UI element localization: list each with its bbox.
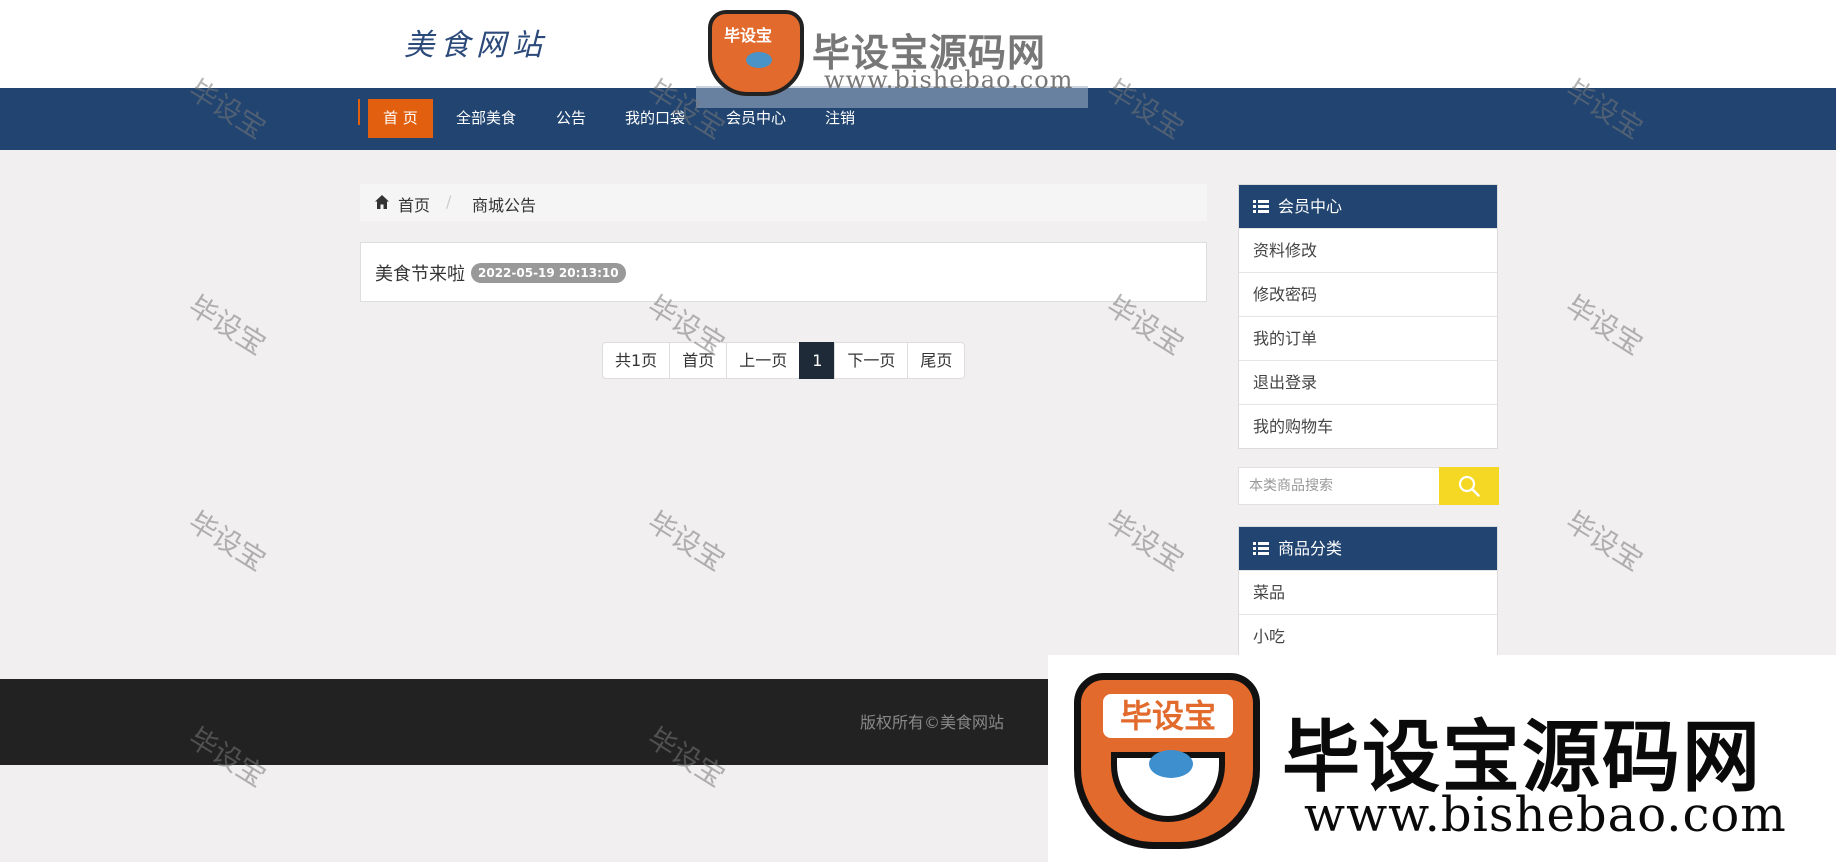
member-item-cart[interactable]: 我的购物车: [1239, 404, 1497, 448]
watermark-tile: 毕设宝: [1559, 505, 1649, 578]
category-header: 商品分类: [1239, 527, 1497, 570]
nav-item-all-food[interactable]: 全部美食: [456, 99, 516, 138]
member-item-logout[interactable]: 退出登录: [1239, 360, 1497, 404]
category-title: 商品分类: [1278, 539, 1343, 558]
search-button[interactable]: [1439, 467, 1499, 505]
page-next-button[interactable]: 下一页: [834, 342, 909, 379]
page-first-button[interactable]: 首页: [669, 342, 728, 379]
nav-item-announcements[interactable]: 公告: [556, 99, 586, 138]
category-panel: 商品分类 菜品 小吃: [1238, 526, 1498, 659]
watermark-tile: 毕设宝: [182, 505, 272, 578]
watermark-large-nose: [1149, 750, 1193, 778]
home-icon: [375, 195, 389, 209]
member-center-header: 会员中心: [1239, 185, 1497, 228]
watermark-badge: 毕设宝: [724, 26, 773, 45]
watermark-large-badge: 毕设宝: [1103, 694, 1233, 738]
watermark-large-url: www.bishebao.com: [1304, 787, 1787, 843]
page-prev-button[interactable]: 上一页: [726, 342, 801, 379]
watermark-header: 毕设宝 毕设宝源码网 www.bishebao.com: [696, 6, 1090, 108]
member-item-my-orders[interactable]: 我的订单: [1239, 316, 1497, 360]
category-item-dishes[interactable]: 菜品: [1239, 570, 1497, 614]
watermark-tile: 毕设宝: [1100, 505, 1190, 578]
notice-date-badge: 2022-05-19 20:13:10: [471, 263, 626, 283]
list-icon: [1253, 542, 1269, 556]
member-item-change-password[interactable]: 修改密码: [1239, 272, 1497, 316]
breadcrumb: 首页 / 商城公告: [360, 184, 1207, 221]
search-icon: [1458, 475, 1480, 497]
member-center-panel: 会员中心 资料修改 修改密码 我的订单 退出登录 我的购物车: [1238, 184, 1498, 449]
member-item-edit-profile[interactable]: 资料修改: [1239, 228, 1497, 272]
product-search: [1238, 467, 1499, 505]
site-logo[interactable]: 美食网站: [404, 20, 548, 64]
breadcrumb-home-link[interactable]: 首页: [398, 192, 430, 216]
nav-item-my-pocket[interactable]: 我的口袋: [625, 99, 685, 138]
watermark-large: 毕设宝 毕设宝源码网 www.bishebao.com: [1048, 655, 1836, 862]
watermark-nose: [746, 52, 772, 68]
category-item-snacks[interactable]: 小吃: [1239, 614, 1497, 658]
nav-item-home[interactable]: 首 页: [368, 99, 433, 138]
breadcrumb-separator: /: [446, 192, 452, 211]
list-icon: [1253, 200, 1269, 214]
notice-title-link[interactable]: 美食节来啦: [375, 260, 465, 286]
page-last-button[interactable]: 尾页: [907, 342, 966, 379]
watermark-mascot-large-icon: 毕设宝: [1074, 673, 1260, 849]
page-current[interactable]: 1: [799, 342, 836, 379]
watermark-mascot-icon: 毕设宝: [708, 10, 804, 96]
watermark-tile: 毕设宝: [182, 289, 272, 362]
watermark-url: www.bishebao.com: [824, 66, 1074, 94]
notice-list: 美食节来啦 2022-05-19 20:13:10: [360, 242, 1207, 302]
footer-copyright: 版权所有©美食网站: [860, 713, 1005, 732]
search-input[interactable]: [1239, 468, 1439, 504]
breadcrumb-current: 商城公告: [472, 196, 537, 215]
watermark-tile: 毕设宝: [1559, 289, 1649, 362]
member-center-title: 会员中心: [1278, 197, 1343, 216]
page-total: 共1页: [602, 342, 671, 379]
pagination: 共1页 首页 上一页 1 下一页 尾页: [602, 342, 966, 379]
watermark-tile: 毕设宝: [641, 505, 731, 578]
nav-accent-edge: [358, 99, 360, 125]
